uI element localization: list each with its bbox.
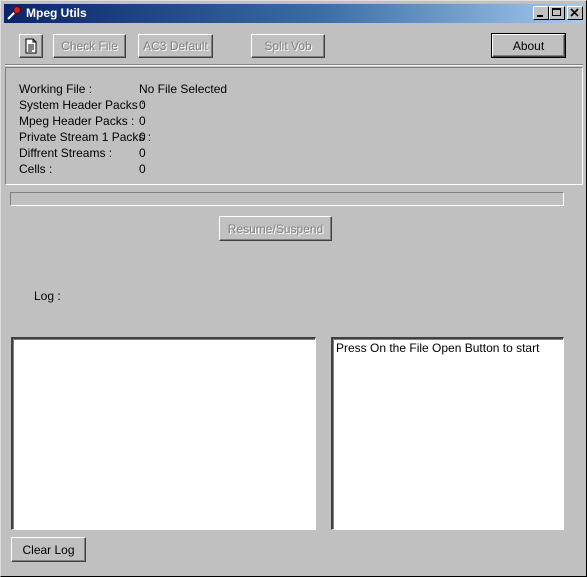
app-pin-icon bbox=[6, 5, 22, 21]
working-file-label: Working File : bbox=[19, 82, 93, 96]
private-stream-packs-value: 0 bbox=[139, 130, 146, 144]
close-button[interactable] bbox=[567, 6, 583, 20]
different-streams-value: 0 bbox=[139, 146, 146, 160]
cells-value: 0 bbox=[139, 162, 146, 176]
main-window: Mpeg Utils Check File AC3 Default Split … bbox=[0, 0, 587, 577]
log-output-left[interactable] bbox=[11, 337, 316, 530]
check-file-button[interactable]: Check File bbox=[53, 34, 126, 58]
minimize-button[interactable] bbox=[533, 6, 549, 20]
about-button[interactable]: About bbox=[491, 33, 566, 58]
mpeg-header-packs-value: 0 bbox=[139, 114, 146, 128]
maximize-icon bbox=[552, 8, 561, 16]
info-panel: Working File : No File Selected System H… bbox=[5, 67, 583, 185]
maximize-button[interactable] bbox=[549, 6, 565, 20]
close-icon bbox=[570, 8, 579, 17]
system-header-packs-label: System Header Packs : bbox=[19, 98, 145, 112]
log-output-right[interactable]: Press On the File Open Button to start bbox=[331, 337, 564, 530]
minimize-icon bbox=[537, 15, 543, 17]
system-header-packs-value: 0 bbox=[139, 98, 146, 112]
progress-bar bbox=[10, 192, 564, 206]
toolbar-separator bbox=[5, 64, 583, 66]
title-bar[interactable]: Mpeg Utils bbox=[4, 4, 583, 23]
cells-label: Cells : bbox=[19, 162, 53, 176]
split-vob-button[interactable]: Split Vob bbox=[251, 34, 325, 58]
window-title: Mpeg Utils bbox=[26, 6, 87, 20]
log-label: Log : bbox=[34, 289, 61, 303]
clear-log-button[interactable]: Clear Log bbox=[11, 537, 86, 562]
resume-suspend-button[interactable]: Resume/Suspend bbox=[219, 216, 332, 241]
file-open-button[interactable] bbox=[19, 34, 43, 58]
document-icon bbox=[25, 38, 37, 54]
ac3-default-button[interactable]: AC3 Default bbox=[138, 34, 213, 58]
different-streams-label: Diffrent Streams : bbox=[19, 146, 113, 160]
mpeg-header-packs-label: Mpeg Header Packs : bbox=[19, 114, 135, 128]
log-right-text: Press On the File Open Button to start bbox=[336, 341, 540, 355]
private-stream-packs-label: Private Stream 1 Packs : bbox=[19, 130, 152, 144]
working-file-value: No File Selected bbox=[139, 82, 228, 96]
